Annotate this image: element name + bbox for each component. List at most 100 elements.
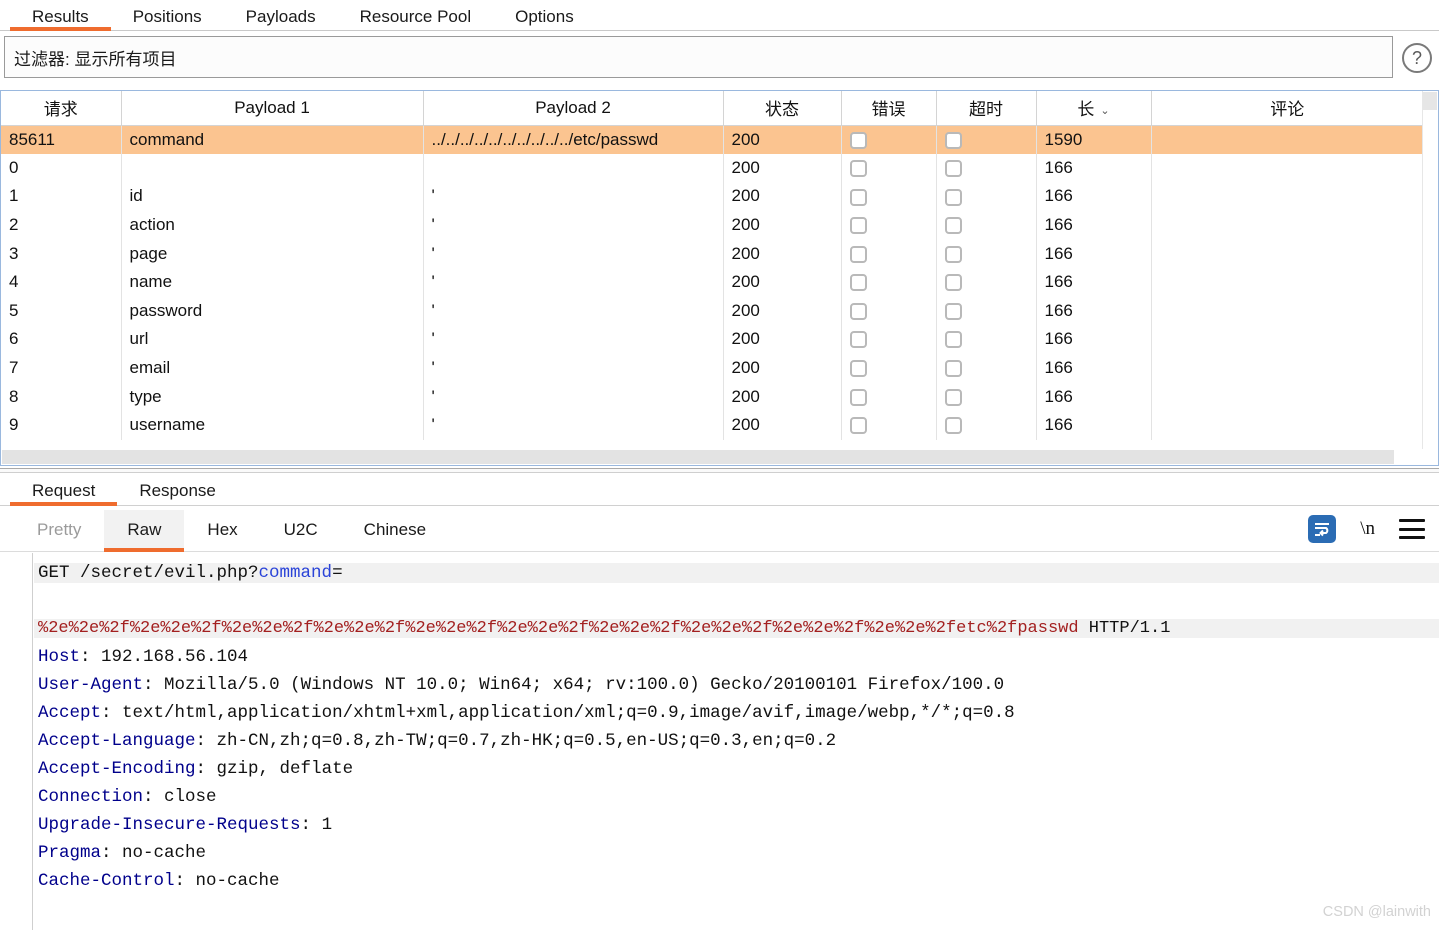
cell-status: 200 [723,410,842,440]
cell-status: 200 [723,239,842,268]
header-line: Pragma: no-cache [38,843,206,863]
timeout-checkbox[interactable] [944,131,962,149]
view-tab-chinese[interactable]: Chinese [341,510,449,552]
cell-payload2: ' [423,267,724,297]
error-checkbox[interactable] [849,388,867,406]
timeout-checkbox[interactable] [944,360,962,378]
timeout-checkbox[interactable] [944,217,962,235]
request-method-path: GET /secret/evil.php? [38,563,259,583]
cell-length: 166 [1036,239,1152,268]
filter-bar[interactable]: 过滤器: 显示所有项目 [4,36,1393,78]
view-tab-pretty[interactable]: Pretty [14,510,104,552]
tab-positions[interactable]: Positions [111,0,224,31]
cell-payload1: name [121,267,424,297]
cell-payload2: ../../../../../../../../../../etc/passwd [423,125,724,154]
timeout-checkbox[interactable] [944,188,962,206]
timeout-checkbox[interactable] [944,245,962,263]
error-checkbox[interactable] [849,217,867,235]
error-checkbox[interactable] [849,331,867,349]
cell-request: 0 [1,153,122,183]
request-line-wrapped: %2e%2e%2f%2e%2e%2f%2e%2e%2f%2e%2e%2f%2e%… [34,619,1439,638]
question-mark-icon[interactable]: ? [1402,43,1432,73]
cell-length: 166 [1036,382,1152,411]
cell-payload1: id [121,182,424,211]
cell-length: 166 [1036,210,1152,240]
table-row[interactable]: 1 id ' 200 166 [1,182,1423,211]
tab-request[interactable]: Request [10,473,118,506]
tab-response[interactable]: Response [117,473,238,506]
table-row[interactable]: 4 name ' 200 166 [1,267,1423,297]
column-header-payload1[interactable]: Payload 1 [121,91,424,126]
cell-request: 7 [1,353,122,383]
view-mode-tab-list: Pretty Raw Hex U2C Chinese [0,510,1439,552]
error-checkbox[interactable] [849,417,867,435]
cell-payload2 [423,153,724,183]
column-header-length[interactable]: 长 ⌄ [1036,91,1152,126]
cell-comment [1151,211,1423,240]
table-row[interactable]: 8 type ' 200 166 [1,382,1423,411]
table-row[interactable]: 6 url ' 200 166 [1,325,1423,354]
timeout-checkbox[interactable] [944,331,962,349]
table-row[interactable]: 3 page ' 200 166 [1,239,1423,268]
view-tab-hex[interactable]: Hex [184,510,260,552]
table-row[interactable]: 9 username ' 200 166 [1,410,1423,440]
column-header-comment[interactable]: 评论 [1151,91,1423,126]
cell-payload2: ' [423,382,724,411]
menu-icon[interactable] [1399,519,1425,539]
table-row[interactable]: 7 email ' 200 166 [1,353,1423,383]
results-vertical-scrollbar-thumb[interactable] [1423,92,1437,110]
table-row[interactable]: 2 action ' 200 166 [1,210,1423,240]
view-tab-raw[interactable]: Raw [104,510,185,552]
tab-payloads[interactable]: Payloads [224,0,338,31]
timeout-checkbox[interactable] [944,388,962,406]
tab-results[interactable]: Results [10,0,111,31]
header-name: Host [38,647,81,667]
cell-request: 5 [1,296,122,326]
error-cell [841,410,937,440]
cell-comment [1151,125,1423,154]
header-value: gzip, deflate [216,759,354,779]
header-separator: : [174,871,196,891]
results-vertical-scrollbar[interactable] [1422,91,1438,449]
error-checkbox[interactable] [849,131,867,149]
column-header-error[interactable]: 错误 [841,91,937,126]
error-checkbox[interactable] [849,159,867,177]
table-row[interactable]: 5 password ' 200 166 [1,296,1423,326]
cell-comment [1151,411,1423,440]
request-viewer[interactable]: 123456789101112 GET /secret/evil.php?com… [0,553,1439,930]
cell-payload2: ' [423,210,724,240]
cell-comment [1151,268,1423,297]
error-checkbox[interactable] [849,360,867,378]
cell-payload2: ' [423,296,724,326]
timeout-checkbox[interactable] [944,417,962,435]
header-line: Accept-Language: zh-CN,zh;q=0.8,zh-TW;q=… [38,731,836,751]
table-row[interactable]: 85611 command ../../../../../../../../../.… [1,125,1423,154]
word-wrap-icon[interactable] [1308,515,1337,543]
column-header-status[interactable]: 状态 [723,91,842,126]
timeout-checkbox[interactable] [944,274,962,292]
header-line: Upgrade-Insecure-Requests: 1 [38,815,332,835]
column-header-payload2[interactable]: Payload 2 [423,91,724,126]
cell-length: 166 [1036,182,1152,211]
request-http-version: HTTP/1.1 [1078,619,1171,638]
header-line: Accept: text/html,application/xhtml+xml,… [38,703,1015,723]
message-tab-list: Request Response [0,473,1439,506]
column-header-timeout[interactable]: 超时 [936,91,1037,126]
cell-request: 85611 [1,125,122,154]
timeout-checkbox[interactable] [944,159,962,177]
results-horizontal-scrollbar-thumb[interactable] [2,450,1394,464]
header-line: Connection: close [38,787,217,807]
error-checkbox[interactable] [849,302,867,320]
table-row[interactable]: 0 200 166 [1,153,1423,183]
error-checkbox[interactable] [849,188,867,206]
view-tab-u2c[interactable]: U2C [261,510,341,552]
error-checkbox[interactable] [849,274,867,292]
newline-icon[interactable]: \n [1360,518,1375,540]
watermark: CSDN @lainwith [1322,904,1431,920]
tab-options[interactable]: Options [493,0,596,31]
timeout-checkbox[interactable] [944,302,962,320]
column-header-request[interactable]: 请求 [1,91,122,126]
tab-resource-pool[interactable]: Resource Pool [338,0,494,31]
error-checkbox[interactable] [849,245,867,263]
cell-payload1: email [121,353,424,383]
